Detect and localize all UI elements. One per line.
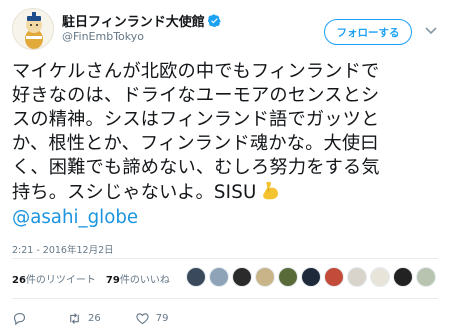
- retweet-stat-count: 26: [12, 275, 26, 286]
- avatar[interactable]: [12, 8, 54, 50]
- name-row: 駐日フィンランド大使館: [62, 11, 221, 30]
- retweet-icon: [70, 312, 79, 324]
- retweet-stat[interactable]: 26件のリツイート: [12, 271, 96, 286]
- liker-avatar[interactable]: [324, 267, 344, 287]
- tweet-text-line: か、根性とか、フィンランド魂かな。大使曰: [12, 133, 379, 154]
- like-stat-label: 件のいいね: [119, 275, 170, 286]
- retweet-count: 26: [88, 312, 101, 324]
- mention-link[interactable]: @asahi_globe: [12, 206, 138, 230]
- account-handle[interactable]: @FinEmbTokyo: [62, 30, 144, 43]
- tweet-text-line: スの精神。シスはフィンランド語でガッツと: [12, 109, 380, 130]
- tweet-text: マイケルさんが北欧の中でもフィンランドで 好きなのは、ドライなユーモアのセンスと…: [12, 60, 440, 205]
- tweet-header: 駐日フィンランド大使館 @FinEmbTokyo フォローする: [0, 0, 450, 60]
- tweet-text-line-last: 持ち。スシじゃないよ。SISU: [12, 180, 440, 205]
- like-stat-count: 79: [105, 275, 120, 286]
- display-name[interactable]: 駐日フィンランド大使館: [62, 11, 205, 30]
- mascot-avatar-icon: [13, 9, 53, 49]
- tweet-text-line: 好きなのは、ドライなユーモアのセンスとシ: [12, 85, 380, 106]
- liker-avatar[interactable]: [186, 267, 206, 287]
- tweet-timestamp[interactable]: 2:21 - 2016年12月2日: [12, 242, 114, 256]
- tweet-text-line: く、困難でも諦めない、むしろ努力をする気: [12, 157, 380, 178]
- like-stat[interactable]: 79件のいいね: [106, 271, 170, 286]
- liker-avatars: [186, 267, 439, 287]
- liker-avatar[interactable]: [255, 267, 275, 287]
- liker-avatar[interactable]: [370, 267, 390, 287]
- liker-avatar[interactable]: [209, 267, 229, 287]
- liker-avatar[interactable]: [393, 267, 413, 287]
- liker-avatar[interactable]: [301, 267, 321, 287]
- divider: [12, 258, 438, 259]
- liker-avatar[interactable]: [232, 267, 252, 287]
- verified-badge-icon: [207, 14, 221, 27]
- tweet-text-segment: 持ち。スシじゃないよ。SISU: [12, 182, 257, 203]
- reply-button[interactable]: [12, 311, 33, 326]
- reply-icon: [13, 312, 26, 325]
- liker-avatar[interactable]: [416, 267, 436, 287]
- divider: [12, 298, 438, 299]
- tweet-text-line: マイケルさんが北欧の中でもフィンランドで: [12, 61, 380, 82]
- follow-button[interactable]: フォローする: [324, 19, 412, 45]
- liker-avatar[interactable]: [278, 267, 298, 287]
- liker-avatar[interactable]: [347, 267, 367, 287]
- like-count: 79: [155, 312, 169, 324]
- like-button[interactable]: 79: [135, 311, 169, 326]
- tweet-actions: 26 79: [12, 308, 202, 328]
- chevron-down-icon[interactable]: [424, 25, 438, 37]
- retweet-stat-label: 件のリツイート: [25, 275, 96, 286]
- tweet-stats: 26件のリツイート 79件のいいね: [12, 271, 170, 286]
- flexed-biceps-icon: [263, 181, 279, 200]
- retweet-button[interactable]: 26: [67, 311, 101, 326]
- heart-icon: [136, 312, 149, 324]
